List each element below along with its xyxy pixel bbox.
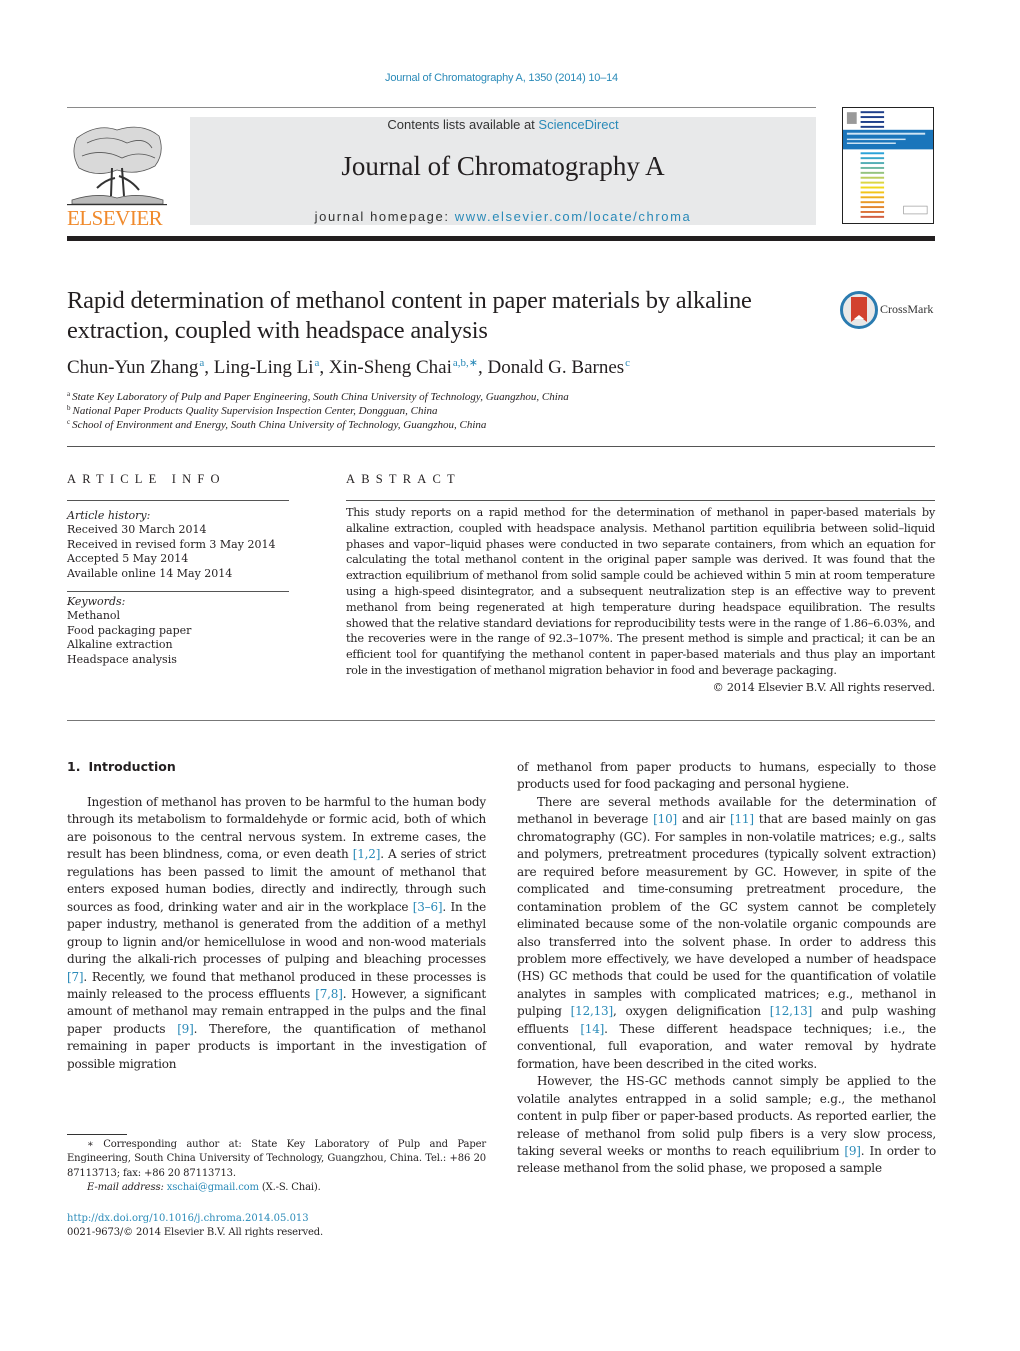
citation-link[interactable]: [14] — [580, 1022, 604, 1036]
email-label: E-mail address: — [87, 1181, 167, 1193]
email-link[interactable]: xschai@gmail.com — [167, 1182, 259, 1193]
divider — [67, 720, 935, 721]
homepage-prefix: journal homepage: — [314, 209, 455, 224]
journal-cover-thumbnail[interactable] — [842, 107, 934, 224]
corresponding-author-text: ∗ Corresponding author at: State Key Lab… — [67, 1139, 486, 1179]
affiliation: a State Key Laboratory of Pulp and Paper … — [67, 390, 569, 403]
article-title: Rapid determination of methanol content … — [67, 287, 752, 344]
history-item: Available online 14 May 2014 — [67, 566, 233, 580]
affiliation-text: State Key Laboratory of Pulp and Paper E… — [72, 391, 569, 403]
citation-link[interactable]: [1,2] — [353, 847, 381, 861]
affiliation-mark: c — [67, 418, 71, 426]
citation-link[interactable]: [11] — [730, 812, 754, 826]
affiliation-text: National Paper Products Quality Supervis… — [72, 405, 438, 417]
doi-link[interactable]: http://dx.doi.org/10.1016/j.chroma.2014.… — [67, 1212, 309, 1226]
author-name[interactable]: Xin-Sheng Chai — [329, 357, 452, 378]
divider — [67, 446, 935, 447]
section-title: Introduction — [88, 759, 176, 774]
divider — [67, 591, 289, 592]
journal-citation[interactable]: Journal of Chromatography A, 1350 (2014)… — [0, 72, 1003, 84]
history-item: Received 30 March 2014 — [67, 523, 207, 537]
keyword: Food packaging paper — [67, 623, 192, 637]
header-thick-rule — [67, 236, 935, 241]
author-name[interactable]: Donald G. Barnes — [488, 357, 625, 378]
email-line: E-mail address: xschai@gmail.com (X.-S. … — [67, 1181, 486, 1195]
author-affiliation-mark[interactable]: a — [315, 357, 320, 369]
paragraph: of methanol from paper products to human… — [517, 760, 936, 792]
section-number: 1. — [67, 759, 81, 774]
homepage-line: journal homepage: www.elsevier.com/locat… — [190, 209, 816, 224]
citation-link[interactable]: [10] — [653, 812, 677, 826]
body-column-right: of methanol from paper products to human… — [517, 759, 936, 1178]
footnote-divider — [67, 1134, 127, 1135]
article-history: Article history: Received 30 March 2014 … — [67, 509, 275, 581]
history-item: Accepted 5 May 2014 — [67, 552, 189, 566]
citation-link[interactable]: [12,13] — [770, 1004, 813, 1018]
contents-prefix: Contents lists available at — [387, 117, 539, 132]
citation-link[interactable]: [3–6] — [413, 900, 443, 914]
sciencedirect-link[interactable]: ScienceDirect — [538, 117, 618, 132]
header-divider — [67, 107, 816, 108]
contents-line: Contents lists available at ScienceDirec… — [190, 117, 816, 132]
author-name[interactable]: Ling-Ling Li — [214, 357, 314, 378]
keyword: Headspace analysis — [67, 652, 177, 666]
author-affiliation-mark[interactable]: c — [625, 357, 630, 369]
keyword: Alkaline extraction — [67, 638, 173, 652]
history-label: Article history: — [67, 509, 151, 522]
crossmark-icon[interactable] — [840, 291, 878, 329]
affiliation-mark: a — [67, 390, 71, 398]
citation-link[interactable]: [9] — [177, 1022, 194, 1036]
paragraph: However, the HS-GC methods cannot simply… — [517, 1074, 936, 1176]
journal-homepage-link[interactable]: www.elsevier.com/locate/chroma — [455, 209, 692, 224]
author-name[interactable]: Chun-Yun Zhang — [67, 357, 198, 378]
abstract-copyright: © 2014 Elsevier B.V. All rights reserved… — [712, 681, 935, 694]
author-affiliation-mark[interactable]: a,b,∗ — [453, 357, 478, 369]
issn-copyright: 0021-9673/© 2014 Elsevier B.V. All right… — [67, 1227, 324, 1238]
email-suffix: (X.-S. Chai). — [258, 1181, 321, 1193]
abstract-text: This study reports on a rapid method for… — [346, 506, 935, 677]
journal-name: Journal of Chromatography A — [341, 151, 665, 181]
history-item: Received in revised form 3 May 2014 — [67, 537, 276, 551]
elsevier-wordmark: ELSEVIER — [67, 206, 163, 230]
paragraph: Ingestion of methanol has proven to be h… — [67, 795, 487, 1071]
paragraph: There are several methods available for … — [517, 794, 936, 1071]
body-column-left: Ingestion of methanol has proven to be h… — [67, 794, 486, 1073]
article-info-heading: ARTICLE INFO — [67, 472, 226, 486]
citation-link[interactable]: [7,8] — [315, 987, 343, 1001]
affiliation: b National Paper Products Quality Supervi… — [67, 404, 438, 417]
divider — [346, 500, 935, 501]
crossmark-label[interactable]: CrossMark — [880, 302, 933, 317]
citation-link[interactable]: [12,13] — [571, 1004, 614, 1018]
divider — [67, 500, 289, 501]
corresponding-author-footnote: ∗ Corresponding author at: State Key Lab… — [67, 1138, 486, 1195]
affiliation: c School of Environment and Energy, South… — [67, 418, 486, 431]
abstract-heading: ABSTRACT — [346, 472, 461, 486]
journal-banner: Contents lists available at ScienceDirec… — [190, 117, 816, 225]
keywords-label: Keywords: — [67, 595, 126, 608]
section-heading: 1. Introduction — [67, 759, 176, 774]
affiliation-text: School of Environment and Energy, South … — [72, 419, 487, 431]
author-list: Chun-Yun Zhanga, Ling-Ling Lia, Xin-Shen… — [67, 357, 631, 378]
citation-link[interactable]: [9] — [844, 1144, 861, 1158]
affiliation-mark: b — [67, 404, 71, 412]
keyword: Methanol — [67, 609, 121, 623]
citation-link[interactable]: [7] — [67, 970, 84, 984]
keywords: Keywords: Methanol Food packaging paper … — [67, 595, 191, 667]
author-affiliation-mark[interactable]: a — [199, 357, 204, 369]
